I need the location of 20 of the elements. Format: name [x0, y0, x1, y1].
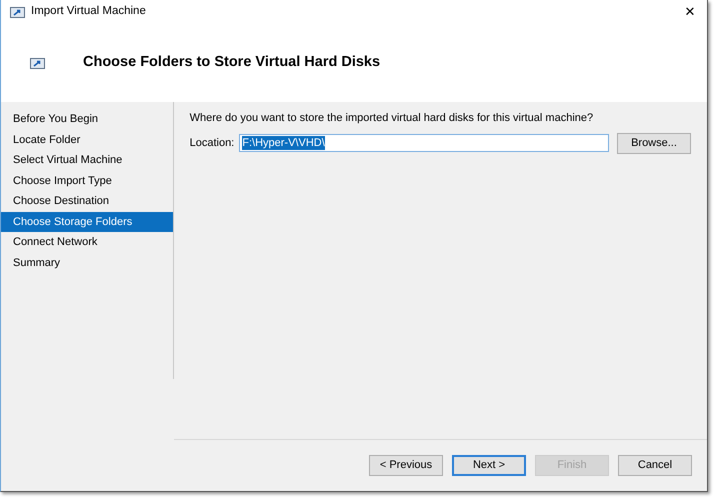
wizard-button[interactable]: < Previous	[369, 455, 443, 476]
wizard-step[interactable]: Select Virtual Machine	[1, 150, 173, 170]
wizard-step[interactable]: Choose Storage Folders	[1, 212, 173, 232]
wizard-icon	[30, 58, 45, 68]
wizard-step[interactable]: Connect Network	[1, 232, 173, 252]
wizard-button[interactable]: Next >	[452, 455, 526, 476]
wizard-step[interactable]: Choose Destination	[1, 191, 173, 212]
close-button[interactable]: ✕	[673, 2, 707, 22]
browse-button[interactable]: Browse...	[617, 132, 691, 154]
wizard-step[interactable]: Before You Begin	[1, 109, 173, 130]
prompt-text: Where do you want to store the imported virtual hard disks for this virtual machine?	[190, 111, 594, 126]
wizard-button[interactable]: Cancel	[618, 455, 692, 476]
location-field[interactable]: F:\Hyper-V\VHD\	[239, 134, 610, 152]
wizard-step[interactable]: Choose Import Type	[1, 170, 173, 191]
location-label: Location:	[190, 136, 234, 151]
app-icon	[10, 6, 25, 18]
window-title: Import Virtual Machine	[31, 4, 146, 20]
wizard-step[interactable]: Locate Folder	[1, 130, 173, 150]
page-heading: Choose Folders to Store Virtual Hard Disks	[83, 53, 380, 72]
wizard-step[interactable]: Summary	[1, 252, 173, 273]
